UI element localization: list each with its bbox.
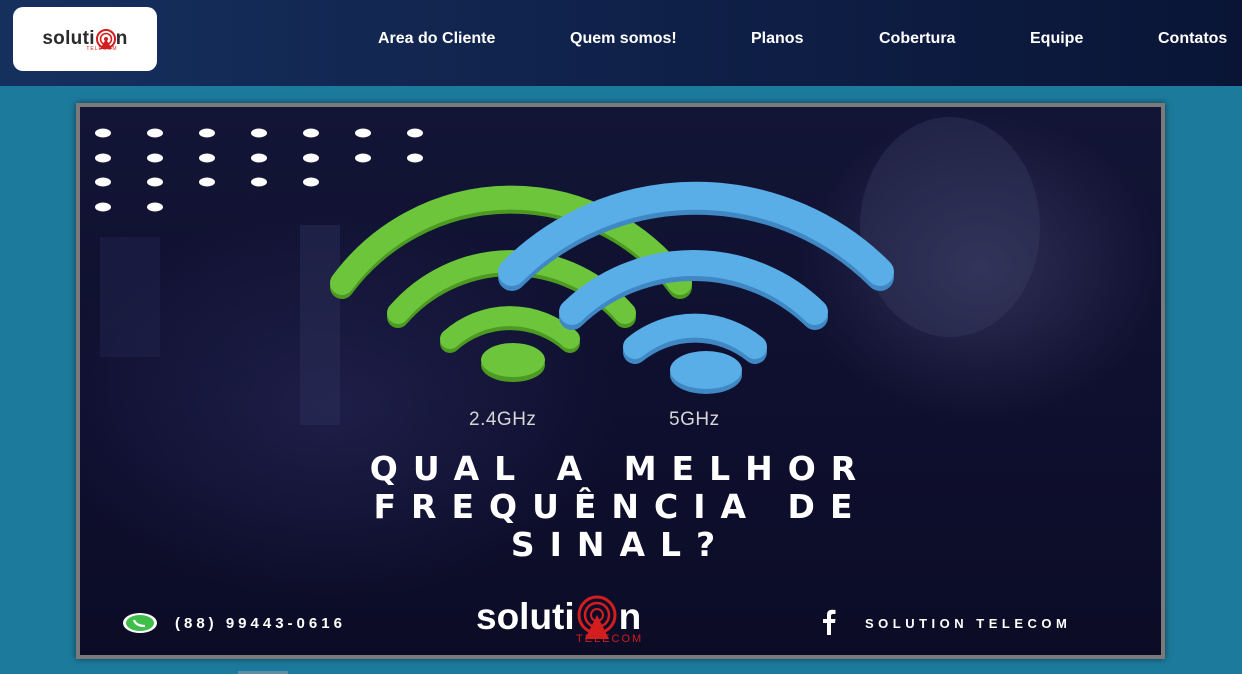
headline-line-2: FREQUÊNCIA DE [373,487,868,526]
nav-cobertura[interactable]: Cobertura [879,30,955,48]
promo-banner: 2.4GHz 5GHz QUAL A MELHOR FREQUÊNCIA DE … [76,103,1165,659]
brand-text-end: n [618,596,642,637]
whatsapp-icon [123,613,157,633]
nav-contatos[interactable]: Contatos [1158,30,1227,48]
brand-text-start: soluti [476,596,575,637]
nav-planos[interactable]: Planos [751,30,803,48]
banner-brand-logo: soluti n TELECOM [476,595,642,645]
headline-line-3: SINAL? [510,525,731,564]
decorative-dots [95,128,423,212]
contact-phone: (88) 99443-0616 [175,615,346,632]
main-nav: Area do Cliente Quem somos! Planos Cober… [0,30,1242,50]
brand-subtitle: TELECOM [576,633,644,645]
nav-equipe[interactable]: Equipe [1030,30,1083,48]
banner-headline: QUAL A MELHOR FREQUÊNCIA DE SINAL? [80,450,1161,564]
banner-graphics [95,117,1040,425]
label-24ghz: 2.4GHz [469,409,537,430]
social-handle: SOLUTION TELECOM [865,616,1072,631]
top-navbar: soluti n TELECOM Area do Cliente Quem so… [0,0,1242,86]
facebook-icon [823,609,836,635]
nav-quem-somos[interactable]: Quem somos! [570,30,677,48]
label-5ghz: 5GHz [669,409,720,430]
nav-area-do-cliente[interactable]: Area do Cliente [378,30,495,48]
headline-line-1: QUAL A MELHOR [369,449,872,488]
